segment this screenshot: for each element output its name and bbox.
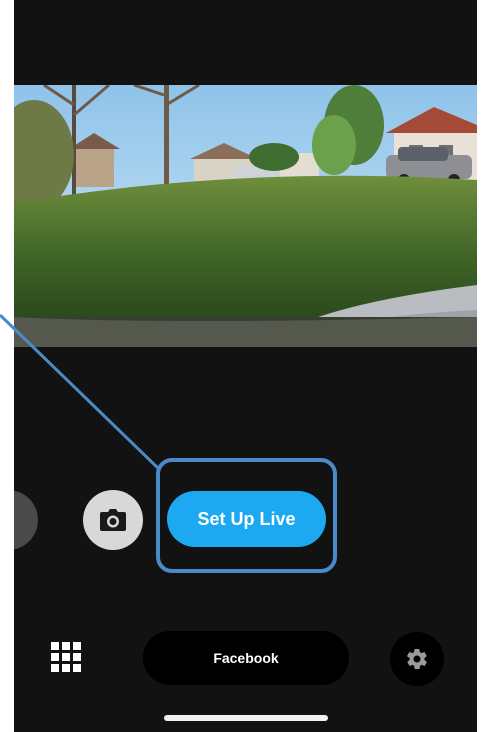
grid-icon[interactable] <box>49 640 83 674</box>
gear-icon <box>407 648 427 670</box>
phone-screen: Set Up Live Facebook <box>14 0 477 732</box>
camera-preview <box>14 85 477 347</box>
home-indicator <box>164 715 328 721</box>
camera-icon <box>100 509 126 531</box>
platform-label: Facebook <box>213 650 279 666</box>
set-up-live-button[interactable]: Set Up Live <box>167 491 326 547</box>
photo-mode-button[interactable] <box>83 490 143 550</box>
mode-prev-button[interactable] <box>14 490 38 550</box>
platform-selector[interactable]: Facebook <box>143 631 349 685</box>
settings-button[interactable] <box>390 632 444 686</box>
